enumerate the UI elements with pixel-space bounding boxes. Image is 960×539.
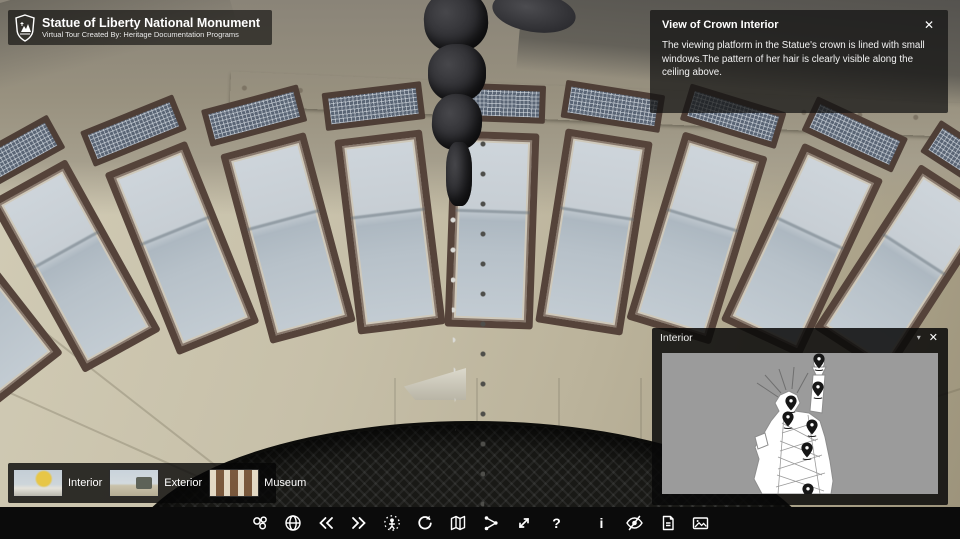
document-icon[interactable] <box>657 512 679 534</box>
close-icon[interactable]: ✕ <box>927 331 940 344</box>
map-panel-title: Interior <box>660 332 911 344</box>
tour-toolbar: ? i <box>0 507 960 539</box>
museum-thumbnail[interactable] <box>209 469 259 497</box>
tour-header: Statue of Liberty National Monument Virt… <box>8 10 272 45</box>
info-panel: View of Crown Interior ✕ The viewing pla… <box>650 10 948 113</box>
virtual-tour-viewport[interactable]: Statue of Liberty National Monument Virt… <box>0 0 960 539</box>
map-panel: Interior ▾ ✕ <box>652 328 948 505</box>
statue-cross-section-map[interactable] <box>662 353 938 494</box>
scene-item-museum[interactable]: Museum <box>209 469 306 497</box>
share-icon[interactable] <box>480 512 502 534</box>
nps-arrowhead-logo <box>14 14 36 42</box>
map-icon[interactable] <box>447 512 469 534</box>
hide-ui-icon[interactable] <box>624 512 646 534</box>
autorotate-icon[interactable] <box>414 512 436 534</box>
scene-label[interactable]: Museum <box>264 477 306 489</box>
previous-icon[interactable] <box>315 512 337 534</box>
help-icon[interactable]: ? <box>546 512 568 534</box>
gyroscope-icon[interactable] <box>381 512 403 534</box>
fullscreen-icon[interactable] <box>513 512 535 534</box>
interior-thumbnail[interactable] <box>13 469 63 497</box>
chevron-down-icon[interactable]: ▾ <box>917 333 921 342</box>
info-icon[interactable]: i <box>591 512 613 534</box>
scene-label[interactable]: Interior <box>68 477 102 489</box>
map-panel-titlebar[interactable]: Interior ▾ ✕ <box>652 328 948 347</box>
scene-label[interactable]: Exterior <box>164 477 202 489</box>
rings-icon[interactable] <box>249 512 271 534</box>
exterior-thumbnail[interactable] <box>109 469 159 497</box>
close-icon[interactable]: ✕ <box>922 18 936 32</box>
scene-item-interior[interactable]: Interior <box>13 469 102 497</box>
statue-line-drawing <box>662 353 938 494</box>
scene-item-exterior[interactable]: Exterior <box>109 469 202 497</box>
info-panel-description: The viewing platform in the Statue's cro… <box>662 39 936 80</box>
scene-switcher: Interior Exterior Museum <box>8 463 276 503</box>
tour-subtitle: Virtual Tour Created By: Heritage Docume… <box>42 30 260 39</box>
globe-icon[interactable] <box>282 512 304 534</box>
gallery-icon[interactable] <box>690 512 712 534</box>
pin-base[interactable] <box>802 484 813 495</box>
info-panel-title: View of Crown Interior <box>662 19 779 31</box>
next-icon[interactable] <box>348 512 370 534</box>
tour-title: Statue of Liberty National Monument <box>42 16 260 30</box>
